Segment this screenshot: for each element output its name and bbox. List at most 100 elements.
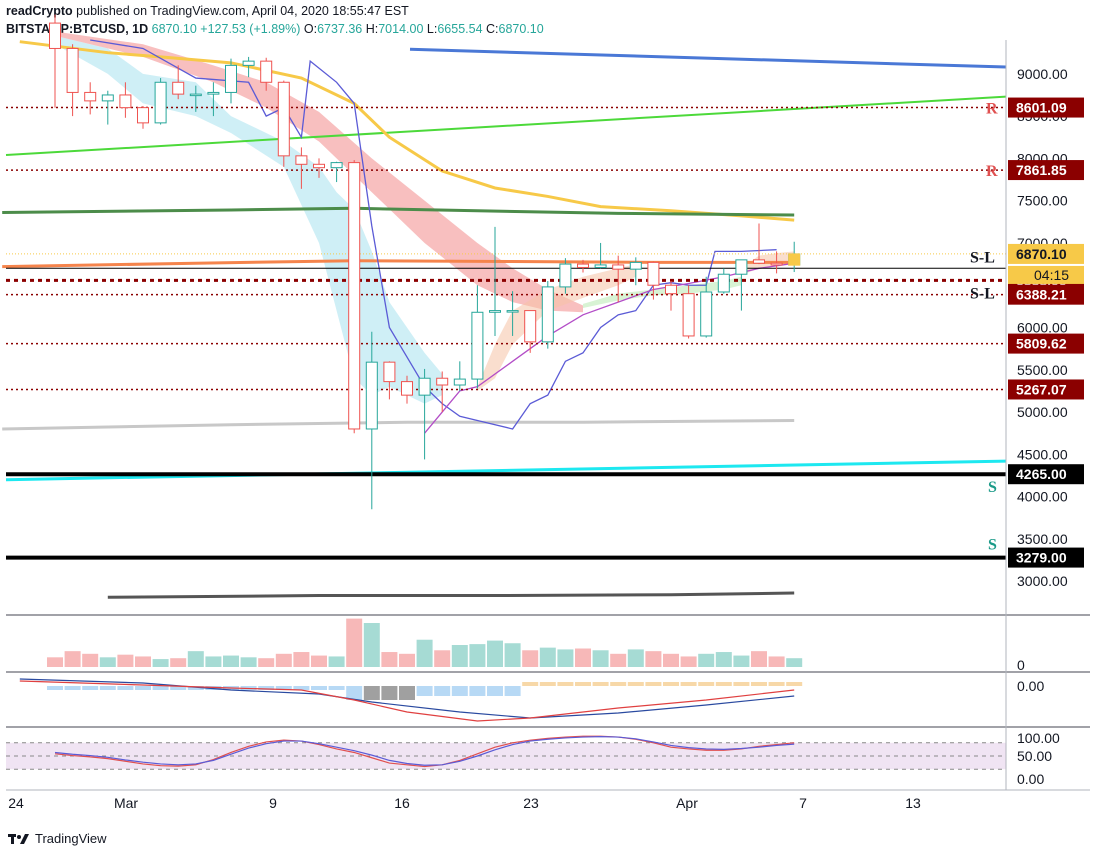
- candle[interactable]: [66, 44, 79, 117]
- level-box-7-label: 3279.00: [1016, 550, 1067, 566]
- macd-histogram-bar: [522, 682, 539, 686]
- macd-histogram-bar: [610, 682, 627, 686]
- tag-sl-lower: S-L: [970, 285, 995, 302]
- candle[interactable]: [383, 361, 396, 400]
- volume-bar: [82, 653, 99, 667]
- candle[interactable]: [541, 280, 554, 349]
- tradingview-footer[interactable]: TradingView: [8, 831, 107, 846]
- macd-histogram-bar: [469, 686, 486, 696]
- candle-body: [629, 261, 642, 270]
- volume-bar: [575, 648, 591, 667]
- stoch-axis-label: 100.00: [1017, 730, 1060, 746]
- candle[interactable]: [225, 58, 237, 104]
- price-tick-label: 6000.00: [1017, 320, 1068, 336]
- macd-histogram-bar: [715, 682, 732, 686]
- macd-histogram-bar: [416, 686, 433, 696]
- volume-bar: [733, 655, 750, 667]
- candle-body: [436, 377, 449, 386]
- time-tick-label: Mar: [114, 795, 138, 811]
- candle[interactable]: [717, 268, 730, 294]
- stoch-axis-label: 50.00: [1017, 748, 1052, 764]
- volume-bar: [627, 649, 644, 667]
- level-box-5-label: 5267.07: [1016, 381, 1067, 397]
- footer-brand: TradingView: [35, 831, 107, 846]
- time-tick-label: 7: [799, 795, 807, 811]
- volume-bar: [311, 655, 327, 667]
- volume-bar: [434, 650, 451, 667]
- volume-bar: [645, 651, 662, 667]
- macd-histogram-bar: [487, 686, 503, 696]
- macd-histogram-bar: [399, 686, 415, 700]
- price-tick-label: 5000.00: [1017, 404, 1068, 420]
- price-chart[interactable]: 00.00100.0050.000.00 9000.008500.008000.…: [0, 0, 1099, 858]
- last-candle-highlight[interactable]: [788, 253, 801, 266]
- volume-bar: [381, 652, 398, 667]
- candle-body: [154, 81, 167, 124]
- tradingview-logo-icon: [8, 833, 29, 844]
- ma-orange: [2, 259, 795, 269]
- candle[interactable]: [348, 160, 361, 434]
- candle[interactable]: [277, 80, 290, 167]
- macd-histogram-bar: [47, 686, 63, 690]
- volume-bar: [451, 645, 468, 667]
- candle[interactable]: [471, 285, 484, 389]
- cyan-trendline: [5, 459, 1007, 482]
- tag-r-lower: R: [986, 163, 998, 180]
- candle[interactable]: [84, 82, 97, 115]
- macd-histogram-bar: [733, 682, 750, 686]
- tag-s-upper: S: [988, 479, 997, 496]
- price-tick-label: 9000.00: [1017, 66, 1068, 82]
- candle-body: [524, 310, 537, 343]
- volume-bar: [258, 658, 275, 667]
- candle-body: [489, 310, 501, 313]
- candle-body: [365, 361, 378, 430]
- candle-body: [559, 263, 572, 288]
- candle-body: [189, 93, 202, 97]
- blue-trendline: [409, 47, 1007, 69]
- tag-r-upper: R: [986, 101, 998, 118]
- time-tick-label: 13: [905, 795, 921, 811]
- candle-body: [647, 261, 660, 286]
- candle-body: [49, 22, 61, 49]
- volume-bar: [117, 654, 134, 667]
- candle[interactable]: [330, 161, 343, 183]
- candle-body: [541, 286, 554, 343]
- candle-body: [753, 259, 765, 264]
- macd-histogram-bar: [451, 686, 468, 696]
- level-box-0-label: 8601.09: [1016, 100, 1067, 116]
- macd-histogram-bar: [311, 686, 327, 690]
- volume-bar: [487, 640, 503, 667]
- time-tick-label: Apr: [676, 795, 698, 811]
- candle-body: [383, 361, 396, 383]
- candle[interactable]: [418, 368, 431, 460]
- volume-bar: [328, 656, 345, 667]
- candle[interactable]: [49, 14, 61, 108]
- volume-bar: [610, 653, 627, 667]
- volume-bar: [240, 657, 257, 667]
- volume-bar: [786, 658, 803, 667]
- candle-body: [137, 107, 149, 124]
- volume-bar: [205, 656, 222, 667]
- tag-s-lower: S: [988, 537, 997, 554]
- level-box-1-label: 7861.85: [1016, 162, 1067, 178]
- candle[interactable]: [154, 78, 167, 125]
- candle[interactable]: [594, 242, 607, 269]
- macd-histogram-bar: [381, 686, 398, 700]
- macd-histogram-bar: [575, 682, 591, 686]
- candle[interactable]: [682, 285, 695, 339]
- candle-body: [242, 60, 255, 66]
- candle[interactable]: [665, 280, 677, 311]
- macd-histogram-bar: [434, 686, 451, 696]
- volume-bar: [135, 656, 151, 667]
- ma-dark: [107, 591, 795, 599]
- volume-bar: [504, 643, 521, 667]
- price-tick-label: 4000.00: [1017, 489, 1068, 505]
- volume-bar: [768, 656, 785, 667]
- volume-bar: [47, 657, 63, 667]
- candle-body: [700, 291, 713, 337]
- candle-body: [735, 259, 748, 275]
- candle[interactable]: [137, 105, 149, 129]
- candle[interactable]: [453, 361, 466, 391]
- candle-body: [330, 162, 343, 169]
- ma-gray: [2, 419, 795, 431]
